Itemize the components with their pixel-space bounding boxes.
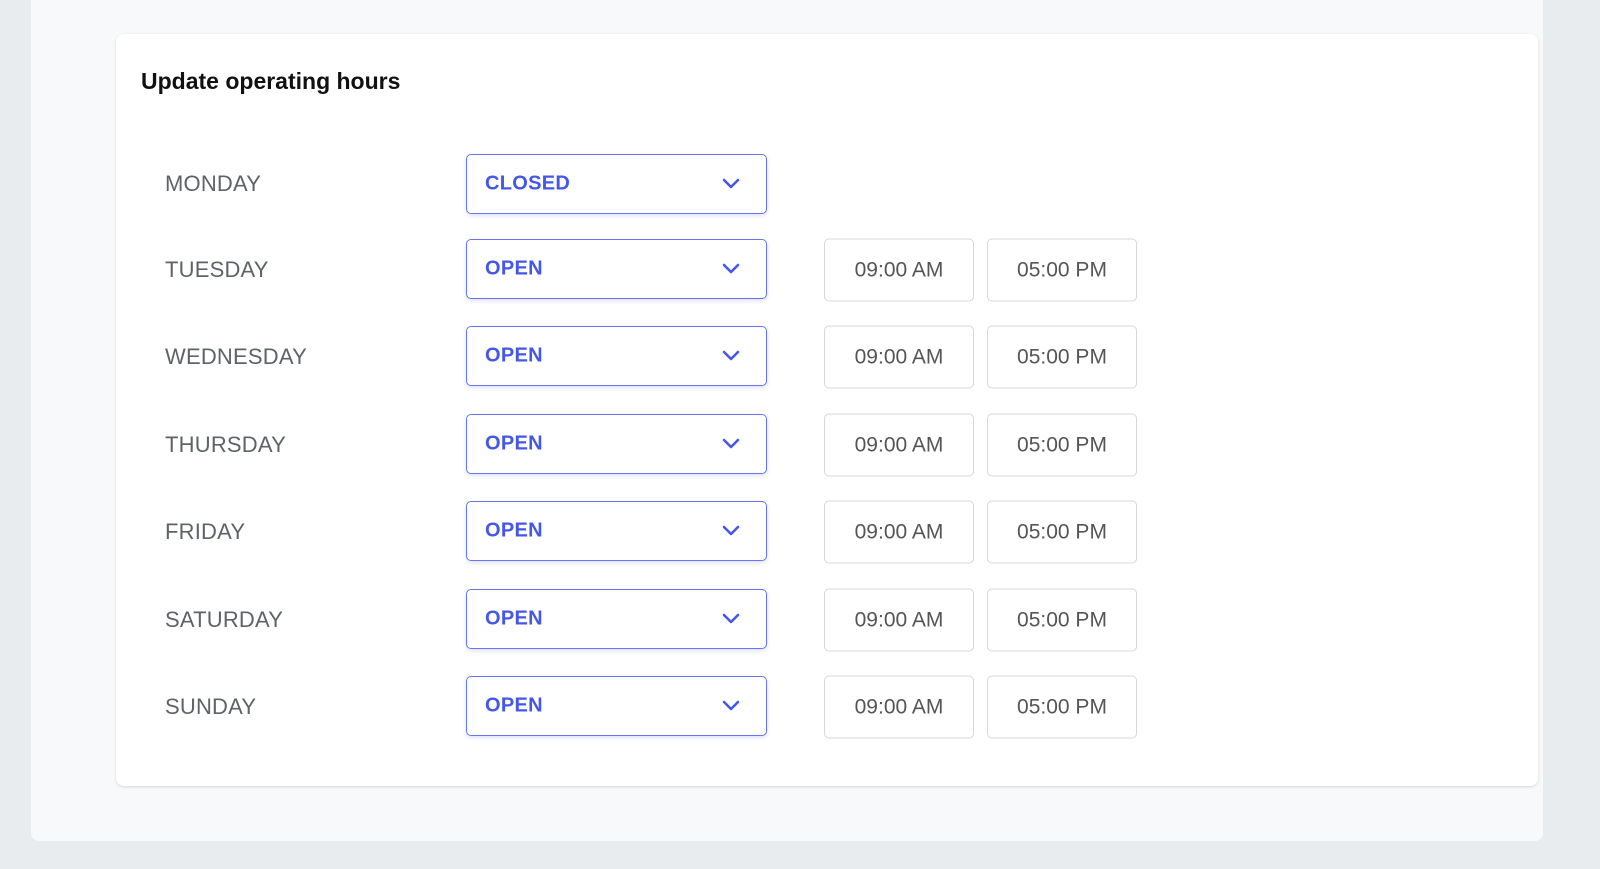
chevron-down-icon xyxy=(722,525,740,536)
day-row-thursday: THURSDAY OPEN 09:00 AM 05:00 PM xyxy=(116,413,1538,477)
chevron-down-icon xyxy=(722,178,740,189)
status-value: OPEN xyxy=(485,432,543,455)
day-label: WEDNESDAY xyxy=(165,344,307,369)
status-select[interactable]: OPEN xyxy=(466,501,767,561)
close-time-field[interactable]: 05:00 PM xyxy=(987,588,1137,652)
status-select[interactable]: OPEN xyxy=(466,414,767,474)
status-value: OPEN xyxy=(485,519,543,542)
close-time-field[interactable]: 05:00 PM xyxy=(987,500,1137,564)
status-value: OPEN xyxy=(485,344,543,367)
open-time-field[interactable]: 09:00 AM xyxy=(824,325,974,389)
status-select[interactable]: OPEN xyxy=(466,589,767,649)
status-select[interactable]: OPEN xyxy=(466,239,767,299)
day-row-tuesday: TUESDAY OPEN 09:00 AM 05:00 PM xyxy=(116,238,1538,302)
close-time-field[interactable]: 05:00 PM xyxy=(987,325,1137,389)
close-time-field[interactable]: 05:00 PM xyxy=(987,675,1137,739)
status-value: OPEN xyxy=(485,607,543,630)
chevron-down-icon xyxy=(722,350,740,361)
operating-hours-card: Update operating hours MONDAY CLOSED TUE… xyxy=(116,34,1538,786)
chevron-down-icon xyxy=(722,438,740,449)
day-row-monday: MONDAY CLOSED xyxy=(116,153,1538,215)
status-select[interactable]: OPEN xyxy=(466,676,767,736)
chevron-down-icon xyxy=(722,263,740,274)
day-label: THURSDAY xyxy=(165,432,286,457)
open-time-field[interactable]: 09:00 AM xyxy=(824,675,974,739)
close-time-field[interactable]: 05:00 PM xyxy=(987,238,1137,302)
chevron-down-icon xyxy=(722,613,740,624)
chevron-down-icon xyxy=(722,700,740,711)
day-label: FRIDAY xyxy=(165,519,246,544)
open-time-field[interactable]: 09:00 AM xyxy=(824,500,974,564)
status-select[interactable]: OPEN xyxy=(466,326,767,386)
close-time-field[interactable]: 05:00 PM xyxy=(987,413,1137,477)
status-value: CLOSED xyxy=(485,172,571,195)
day-row-wednesday: WEDNESDAY OPEN 09:00 AM 05:00 PM xyxy=(116,325,1538,389)
open-time-field[interactable]: 09:00 AM xyxy=(824,588,974,652)
day-row-saturday: SATURDAY OPEN 09:00 AM 05:00 PM xyxy=(116,588,1538,652)
status-select[interactable]: CLOSED xyxy=(466,154,767,214)
open-time-field[interactable]: 09:00 AM xyxy=(824,413,974,477)
status-value: OPEN xyxy=(485,694,543,717)
day-label: SATURDAY xyxy=(165,607,284,632)
day-row-friday: FRIDAY OPEN 09:00 AM 05:00 PM xyxy=(116,500,1538,564)
outer-panel: Update operating hours MONDAY CLOSED TUE… xyxy=(31,0,1543,841)
day-label: MONDAY xyxy=(165,171,262,196)
open-time-field[interactable]: 09:00 AM xyxy=(824,238,974,302)
day-label: SUNDAY xyxy=(165,694,257,719)
status-value: OPEN xyxy=(485,257,543,280)
day-label: TUESDAY xyxy=(165,257,269,282)
day-row-sunday: SUNDAY OPEN 09:00 AM 05:00 PM xyxy=(116,675,1538,739)
card-title: Update operating hours xyxy=(141,68,401,94)
